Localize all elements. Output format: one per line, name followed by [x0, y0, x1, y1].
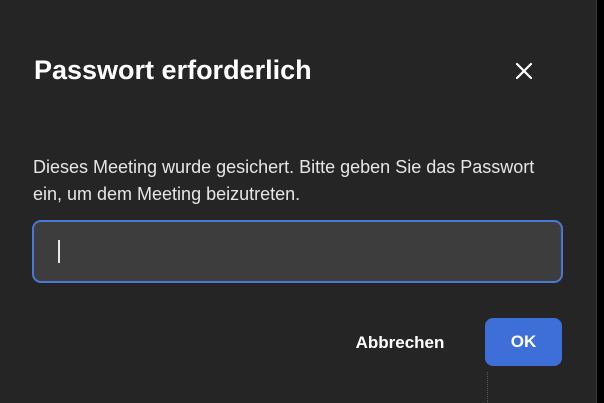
password-dialog: Passwort erforderlich Dieses Meeting wur…	[0, 0, 597, 403]
ok-button[interactable]: OK	[485, 318, 562, 366]
close-icon	[515, 62, 533, 80]
close-button[interactable]	[506, 55, 542, 87]
dialog-description: Dieses Meeting wurde gesichert. Bitte ge…	[33, 157, 535, 204]
text-caret	[58, 240, 60, 263]
divider	[487, 372, 489, 403]
dialog-title: Passwort erforderlich	[34, 55, 312, 85]
cancel-button[interactable]: Abbrechen	[340, 320, 460, 366]
password-input[interactable]	[34, 222, 561, 281]
password-field[interactable]	[32, 220, 563, 283]
